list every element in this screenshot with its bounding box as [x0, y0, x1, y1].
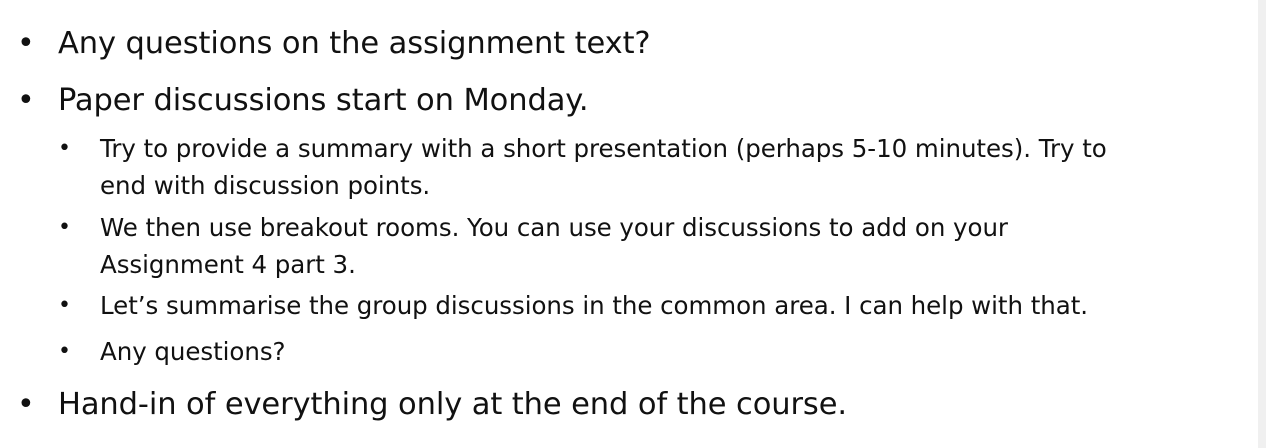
bullet-text: Any questions on the assignment text? — [58, 26, 651, 61]
sub-bullet-dot-icon: • — [58, 136, 71, 161]
bullet-text: Hand-in of everything only at the end of… — [58, 387, 847, 422]
bullet-dot-icon: • — [17, 387, 35, 422]
sub-bullet-dot-icon: • — [58, 293, 71, 318]
sub-bullet-dot-icon: • — [58, 215, 71, 240]
sub-bullet-line: end with discussion points. — [100, 171, 431, 200]
sub-bullet-line: Let’s summarise the group discussions in… — [100, 291, 1088, 320]
sub-bullet-dot-icon: • — [58, 339, 71, 364]
slide-content: • Any questions on the assignment text? … — [0, 0, 1258, 448]
sub-bullet-text: Any questions? — [100, 333, 1258, 370]
sub-bullet-text: Let’s summarise the group discussions in… — [100, 287, 1258, 324]
slide-right-edge — [1258, 0, 1266, 448]
sub-bullet-line: We then use breakout rooms. You can use … — [100, 213, 1008, 242]
sub-bullet-line: Any questions? — [100, 337, 286, 366]
sub-bullet-line: Try to provide a summary with a short pr… — [100, 134, 1107, 163]
sub-bullet-text: We then use breakout rooms. You can use … — [100, 209, 1258, 283]
bullet-dot-icon: • — [17, 83, 35, 118]
bullet-text: Paper discussions start on Monday. — [58, 83, 589, 118]
bullet-dot-icon: • — [17, 26, 35, 61]
sub-bullet-text: Try to provide a summary with a short pr… — [100, 130, 1258, 204]
sub-bullet-line: Assignment 4 part 3. — [100, 250, 356, 279]
